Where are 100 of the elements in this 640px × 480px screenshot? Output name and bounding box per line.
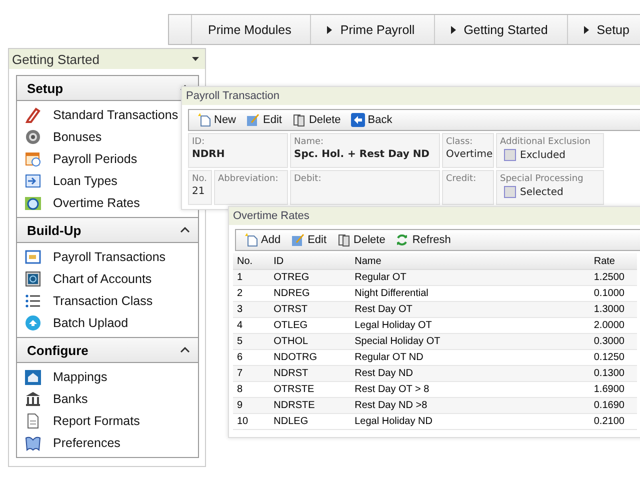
field-value: Spc. Hol. + Rest Day ND [294,149,430,160]
pencil-icon [25,107,41,123]
column-header[interactable]: No. [233,253,270,270]
column-header[interactable]: ID [270,253,351,270]
new-document-icon [197,113,211,127]
breadcrumb-item[interactable]: Prime Payroll [310,15,434,44]
table-cell: 5 [233,334,270,350]
calendar-clock-icon [25,151,41,167]
toolbar-button[interactable]: Delete [334,233,388,247]
sidebar-item[interactable]: Banks [17,388,88,410]
sidebar-item[interactable]: Batch Uplaod [17,312,128,334]
field-label: Debit: [294,174,322,184]
triangle-icon [584,26,589,34]
sidebar-item[interactable]: Report Formats [17,410,140,432]
toolbar-button[interactable]: Edit [288,233,329,247]
table-cell: 0.1300 [590,366,637,382]
checkbox-label: Excluded [520,150,566,160]
table-cell: 1.3000 [590,302,637,318]
breadcrumb-item[interactable]: Setup [566,15,640,44]
toolbar-button[interactable]: Back [348,113,394,127]
column-header[interactable]: Rate [590,253,637,270]
book-icon [25,435,41,451]
new-document-icon [244,233,258,247]
section-title[interactable]: Setup [27,80,64,96]
window-title: Overtime Rates [229,207,640,225]
table-cell: Rest Day OT [350,302,590,318]
field-label: Special Processing [500,174,584,184]
sidebar-item[interactable]: Overtime Rates [17,192,140,214]
chart-icon [25,271,41,287]
column-header[interactable]: Name [350,253,590,270]
sidebar-item[interactable]: Bonuses [17,126,102,148]
sidebar-item[interactable]: Chart of Accounts [17,268,152,290]
bank-icon [25,391,41,407]
table-cell: Regular OT [350,270,590,286]
table-cell: Legal Holiday ND [350,414,590,430]
breadcrumb-item[interactable]: Getting Started [434,15,567,44]
table-cell: 10 [233,414,270,430]
table-cell: 1 [233,270,270,286]
table-cell: Rest Day ND >8 [350,398,590,414]
checkbox[interactable] [504,149,516,161]
field-label: ID: [192,137,206,147]
arrow-card-icon [25,173,41,189]
toolbar-button[interactable]: Edit [244,113,284,127]
table-cell: 0.1690 [590,398,637,414]
sidebar-item[interactable]: Mappings [17,366,108,388]
table-cell: OTREG [270,270,351,286]
triangle-icon [327,26,332,34]
toolbar-button[interactable]: Add [242,233,283,247]
field-label: Class: [446,137,474,147]
delete-icon [336,233,351,247]
edit-icon [246,113,260,127]
section-title[interactable]: Build-Up [27,222,82,238]
field-value: Overtime [446,149,490,160]
field-value: NDRH [192,149,226,160]
table-cell: 0.3000 [590,334,637,350]
field-value: 21 [192,186,206,197]
sidebar-item[interactable]: Preferences [17,432,120,454]
table-cell: OTHOL [270,334,351,350]
dropdown-arrow-icon [192,57,199,61]
document-icon [25,413,41,429]
list-icon [25,293,41,309]
table-cell: Rest Day ND [350,366,590,382]
toolbar-button[interactable]: New [195,113,238,127]
checkbox-label: Selected [520,186,564,198]
toolbar-button[interactable]: Refresh [393,233,453,247]
delete-icon [292,113,306,127]
field-label: No. [192,174,208,184]
sidebar-item[interactable]: Payroll Transactions [17,246,166,268]
sidebar-item[interactable]: Transaction Class [17,290,153,312]
breadcrumb-item[interactable]: Prime Modules [191,15,310,44]
sidebar-item[interactable]: Loan Types [17,170,118,192]
table-cell: 3 [233,302,270,318]
house-icon [25,369,41,385]
back-arrow-icon [350,113,365,127]
table-cell: NDRST [270,366,351,382]
table-cell: 0.2100 [590,414,637,430]
table-cell: NDRSTE [270,398,351,414]
field-label: Abbreviation: [218,174,280,184]
table-cell: 9 [233,398,270,414]
toolbar-button[interactable]: Delete [290,113,343,127]
card-icon [25,249,41,265]
section-title[interactable]: Configure [27,342,88,358]
disc-icon [25,129,41,145]
upload-icon [25,315,41,331]
field-label: Additional Exclusion [500,137,592,147]
field-label: Name: [294,137,325,147]
sidebar-item[interactable]: Payroll Periods [17,148,138,170]
table-cell: Special Holiday OT [350,334,590,350]
table-cell: 1.2500 [590,270,637,286]
checkbox[interactable] [504,186,516,198]
table-cell: 7 [233,366,270,382]
table-cell: NDLEG [270,414,351,430]
refresh-icon [395,233,410,247]
module-dropdown[interactable]: Getting Started [9,49,205,69]
table-cell: OTRST [270,302,351,318]
edit-icon [290,233,305,247]
triangle-icon [450,26,456,34]
window-title: Payroll Transaction [182,87,640,105]
sidebar-item[interactable]: Standard Transactions [17,104,178,126]
field-label: Credit: [446,174,478,184]
